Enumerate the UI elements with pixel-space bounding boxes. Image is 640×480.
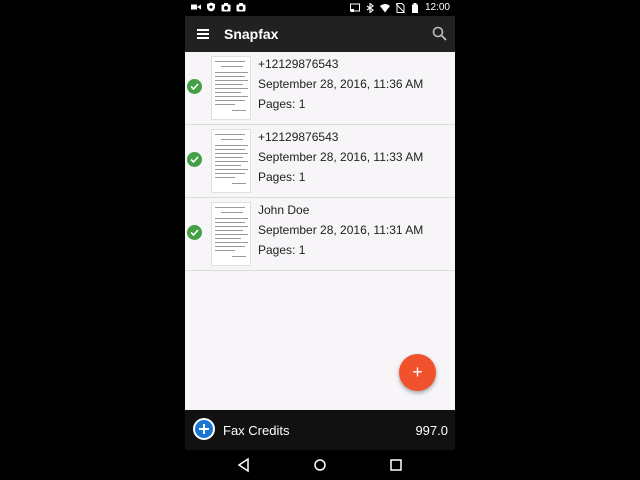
- no-sim-icon: [395, 3, 405, 13]
- fax-date: September 28, 2016, 11:33 AM: [258, 150, 424, 164]
- home-icon[interactable]: [312, 457, 328, 473]
- status-bar-system: 12:00: [349, 1, 450, 15]
- status-time: 12:00: [424, 2, 450, 13]
- battery-icon: [411, 3, 418, 13]
- video-icon: [191, 4, 201, 10]
- add-circle-icon[interactable]: [193, 418, 215, 440]
- search-icon[interactable]: [431, 25, 449, 43]
- recents-icon[interactable]: [388, 457, 404, 473]
- check-icon: [187, 152, 202, 167]
- app-title: Snapfax: [224, 26, 279, 42]
- fax-thumbnail: [211, 202, 251, 266]
- fax-pages: Pages: 1: [258, 243, 306, 257]
- app-bar: Snapfax: [185, 16, 455, 52]
- fax-details: +12129876543 September 28, 2016, 11:33 A…: [258, 129, 423, 189]
- fax-thumbnail: [211, 56, 251, 120]
- fax-date: September 28, 2016, 11:31 AM: [258, 223, 424, 237]
- fax-credits-label: Fax Credits: [223, 423, 290, 438]
- menu-icon[interactable]: [193, 24, 213, 44]
- fax-details: +12129876543 September 28, 2016, 11:36 A…: [258, 56, 423, 116]
- fax-list-item[interactable]: +12129876543 September 28, 2016, 11:33 A…: [185, 125, 455, 198]
- fax-recipient: John Doe: [258, 203, 310, 217]
- phone-screen: 12:00 Snapfax +12129876543 September 28,…: [185, 0, 455, 480]
- new-fax-button[interactable]: +: [399, 354, 436, 391]
- fax-credits-value: 997.0: [415, 423, 448, 438]
- wifi-icon: [379, 4, 390, 13]
- status-bar: 12:00: [185, 0, 455, 16]
- bluetooth-icon: [366, 3, 374, 13]
- cast-icon: [349, 3, 360, 12]
- fax-list-item[interactable]: John Doe September 28, 2016, 11:31 AM Pa…: [185, 198, 455, 271]
- fax-recipient: +12129876543: [258, 130, 339, 144]
- fax-recipient: +12129876543: [258, 57, 339, 71]
- check-icon: [187, 225, 202, 240]
- fax-pages: Pages: 1: [258, 97, 306, 111]
- camera-icon: [221, 3, 231, 12]
- fax-details: John Doe September 28, 2016, 11:31 AM Pa…: [258, 202, 423, 262]
- camera-icon: [236, 3, 246, 12]
- status-bar-notifications: [191, 2, 246, 12]
- back-icon[interactable]: [236, 457, 252, 473]
- check-icon: [187, 79, 202, 94]
- fax-thumbnail: [211, 129, 251, 193]
- navigation-bar: [185, 450, 455, 480]
- fax-pages: Pages: 1: [258, 170, 306, 184]
- fax-credits-bar: Fax Credits 997.0: [185, 410, 455, 450]
- shield-icon: [207, 2, 215, 12]
- fax-list-item[interactable]: +12129876543 September 28, 2016, 11:36 A…: [185, 52, 455, 125]
- fax-date: September 28, 2016, 11:36 AM: [258, 77, 424, 91]
